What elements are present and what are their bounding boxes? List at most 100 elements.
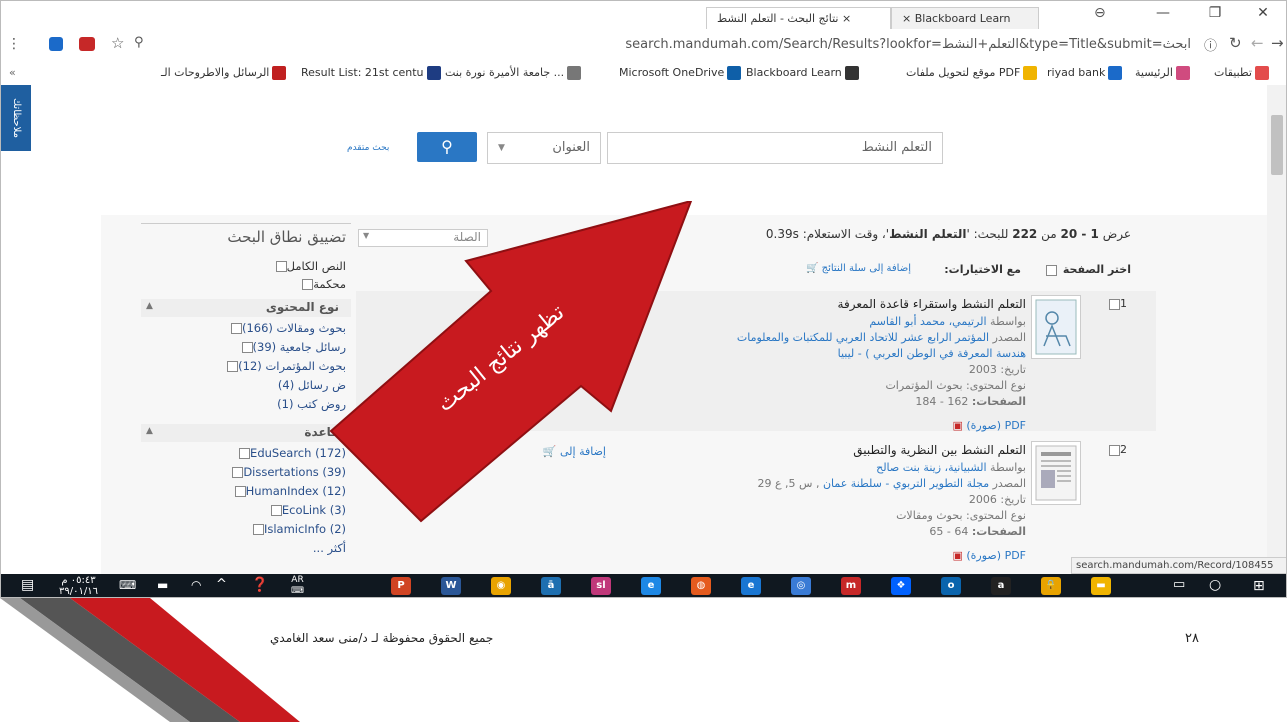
- advanced-search-link[interactable]: بحث متقدم: [347, 143, 389, 153]
- taskbar-app-icon[interactable]: e: [641, 577, 661, 595]
- close-window-button[interactable]: ✕: [1253, 5, 1273, 21]
- taskbar-app-icon[interactable]: a: [991, 577, 1011, 595]
- menu-icon[interactable]: ⋮: [7, 36, 21, 52]
- pdf-label: PDF (صورة): [966, 549, 1026, 562]
- pdf-link[interactable]: PDF (صورة) ▣: [861, 549, 1026, 563]
- taskbar-app-icon[interactable]: e: [741, 577, 761, 595]
- bookmark-pnu[interactable]: جامعة الأميرة نورة بنت ...: [445, 61, 582, 85]
- bookmark-result-list[interactable]: Result List: 21st centu: [301, 61, 441, 85]
- back-icon[interactable]: →: [1271, 34, 1284, 52]
- range: 1 - 20: [1060, 227, 1099, 241]
- taskbar-app-icon[interactable]: o: [941, 577, 961, 595]
- prefix: بواسطة: [986, 315, 1026, 328]
- taskbar-app-icon[interactable]: ❖: [891, 577, 911, 595]
- bookmark-riyad-bank[interactable]: riyad bank: [1047, 61, 1123, 85]
- checkbox[interactable]: [227, 361, 239, 372]
- add-to-cart-link[interactable]: إضافة إلى سلة النتائج 🛒: [761, 263, 911, 274]
- extension-icon[interactable]: [79, 37, 95, 51]
- checkbox[interactable]: [1109, 444, 1120, 456]
- scrollbar[interactable]: [1267, 85, 1286, 575]
- taskbar-app-icon[interactable]: ◎: [791, 577, 811, 595]
- taskbar-app-icon[interactable]: sl: [591, 577, 611, 595]
- bookmark-label: Blackboard Learn: [746, 66, 842, 79]
- result-thumbnail[interactable]: [1031, 441, 1081, 505]
- source-link[interactable]: المؤتمر الرابع عشر للاتحاد العربي للمكتب…: [737, 331, 989, 344]
- result-thumbnail[interactable]: [1031, 295, 1081, 359]
- author-link[interactable]: الشبيانية، زينة بنت صالح: [876, 461, 986, 474]
- summary-text: '، وقت الاستعلام: 0.39s: [765, 227, 890, 241]
- search-icon[interactable]: ○: [1209, 577, 1221, 593]
- keyboard-icon[interactable]: ⌨: [119, 578, 136, 592]
- wifi-icon[interactable]: ◠: [191, 578, 201, 592]
- reload-icon[interactable]: ↻: [1229, 34, 1242, 52]
- taskbar-app-icon[interactable]: ā: [541, 577, 561, 595]
- more-bookmarks-icon[interactable]: «: [9, 61, 16, 85]
- tab-search-results[interactable]: نتائج البحث - التعلم النشط ×: [706, 7, 891, 29]
- notifications-icon[interactable]: ▤: [21, 577, 34, 593]
- select-page[interactable]: اختر الصفحة: [1031, 263, 1131, 276]
- task-view-icon[interactable]: ▭: [1173, 577, 1185, 592]
- checkbox[interactable]: [230, 323, 242, 334]
- bookmark-onedrive[interactable]: Microsoft OneDrive: [619, 61, 742, 85]
- result-number: 1: [1120, 297, 1127, 310]
- summary-text: عرض: [1098, 227, 1131, 241]
- checkbox[interactable]: [239, 448, 251, 459]
- select-page-label: اختر الصفحة: [1062, 263, 1131, 276]
- bookmark-apps[interactable]: تطبيقات: [1214, 61, 1269, 85]
- notes-side-tab[interactable]: ملاحظاتك: [1, 85, 31, 151]
- tray-chevron-icon[interactable]: ^: [216, 577, 227, 592]
- zoom-icon[interactable]: ⚲: [134, 35, 144, 50]
- clock[interactable]: ٠٥:٤٣ م ٣٩/٠١/١٦: [59, 575, 98, 597]
- bookmark-home[interactable]: الرئيسية: [1135, 61, 1190, 85]
- apps-grid-icon: [1255, 66, 1269, 80]
- windows-start-icon[interactable]: ⊞: [1253, 578, 1265, 594]
- taskbar-app-icon[interactable]: ▬: [1091, 577, 1111, 595]
- minimize-button[interactable]: —: [1153, 5, 1173, 21]
- summary-text: للبحث: ': [966, 227, 1013, 241]
- bookmark-label: Result List: 21st centu: [301, 66, 424, 79]
- battery-icon[interactable]: ▬: [157, 578, 168, 592]
- theses-icon: [272, 66, 287, 80]
- pdf-convert-icon: [1023, 66, 1038, 80]
- tab-label: × Blackboard Learn: [902, 12, 1011, 25]
- profile-icon[interactable]: ⊖: [1094, 5, 1106, 21]
- checkbox[interactable]: [1109, 298, 1120, 310]
- taskbar-apps: P W ◉ ā sl e ◍ e ◎ m ❖ o a 🔒 ▬: [391, 574, 1151, 597]
- bookmark-theses[interactable]: الرسائل والاطروحات الـ: [161, 61, 287, 85]
- bookmark-pdf-convert[interactable]: موقع لتحويل ملفات PDF: [906, 61, 1038, 85]
- result-select[interactable]: 1: [1106, 297, 1136, 310]
- url-field[interactable]: search.mandumah.com/Search/Results?lookf…: [181, 35, 1191, 55]
- search-input[interactable]: التعلم النشط: [607, 132, 943, 164]
- bookmark-label: تطبيقات: [1214, 66, 1252, 79]
- bookmark-blackboard[interactable]: Blackboard Learn: [746, 61, 859, 85]
- language-indicator[interactable]: AR ⌨: [291, 575, 304, 597]
- slide-number: ٢٨: [1185, 631, 1199, 646]
- author-link[interactable]: الرتيمي، محمد أبو القاسم: [869, 315, 986, 328]
- extension-icon[interactable]: [49, 37, 63, 51]
- scrollbar-thumb[interactable]: [1271, 115, 1283, 175]
- taskbar-app-icon[interactable]: P: [391, 577, 411, 595]
- source-link[interactable]: مجلة التطوير التربوي - سلطنة عمان: [823, 477, 989, 490]
- pdf-link[interactable]: PDF (صورة) ▣: [861, 419, 1026, 432]
- bookmark-label: جامعة الأميرة نورة بنت ...: [445, 66, 565, 79]
- search-field-select[interactable]: ▼ العنوان: [487, 132, 601, 164]
- checkbox[interactable]: [1045, 264, 1057, 276]
- result-select[interactable]: 2: [1106, 443, 1136, 456]
- forward-icon[interactable]: ←: [1251, 34, 1264, 52]
- checkbox[interactable]: [234, 486, 246, 497]
- taskbar-app-icon[interactable]: ◉: [491, 577, 511, 595]
- taskbar-app-icon[interactable]: ◍: [691, 577, 711, 595]
- taskbar-app-icon[interactable]: W: [441, 577, 461, 595]
- help-icon[interactable]: ❓: [251, 577, 268, 593]
- bookmark-star-icon[interactable]: ☆: [111, 34, 124, 52]
- search-button[interactable]: ⚲: [417, 132, 477, 162]
- tab-blackboard[interactable]: × Blackboard Learn: [891, 7, 1039, 29]
- checkbox[interactable]: [232, 467, 244, 478]
- info-icon[interactable]: ⓘ: [1204, 35, 1217, 54]
- taskbar-app-icon[interactable]: 🔒: [1041, 577, 1061, 595]
- taskbar-app-icon[interactable]: m: [841, 577, 861, 595]
- checkbox[interactable]: [252, 524, 264, 535]
- maximize-button[interactable]: ❐: [1205, 5, 1225, 21]
- checkbox[interactable]: [241, 342, 253, 353]
- blackboard-icon: [844, 66, 859, 80]
